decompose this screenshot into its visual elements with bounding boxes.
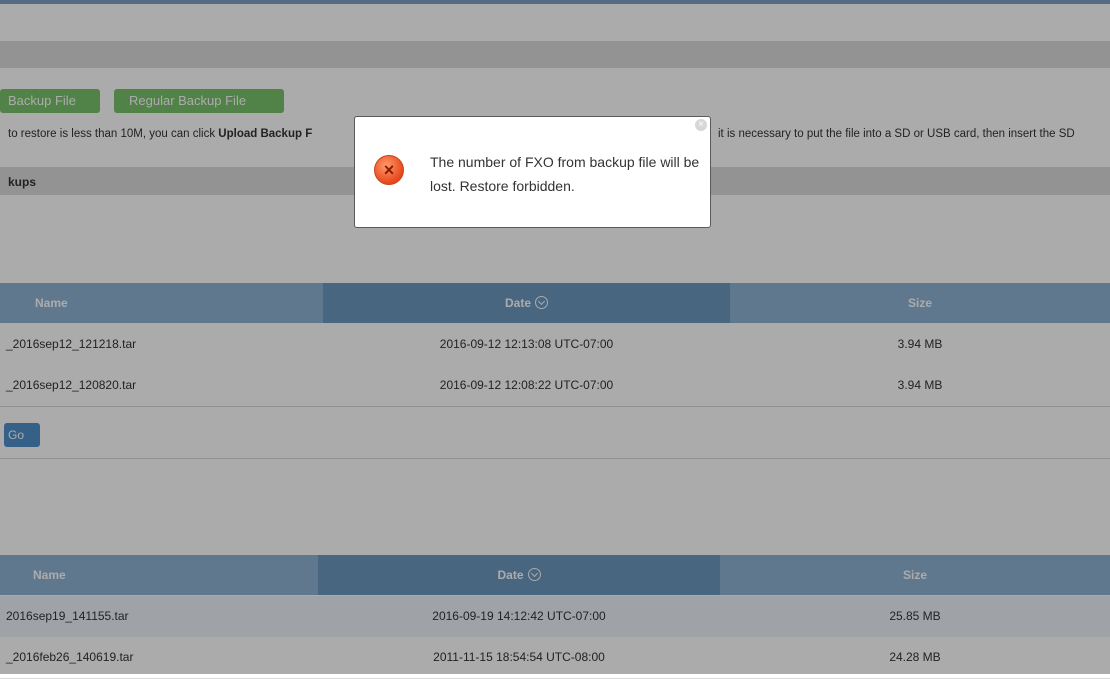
dialog-message: The number of FXO from backup file will …	[430, 154, 700, 194]
modal-overlay	[0, 0, 1110, 674]
error-icon: ×	[374, 155, 404, 185]
error-dialog: × × The number of FXO from backup file w…	[354, 116, 711, 228]
close-icon[interactable]: ×	[695, 119, 707, 131]
